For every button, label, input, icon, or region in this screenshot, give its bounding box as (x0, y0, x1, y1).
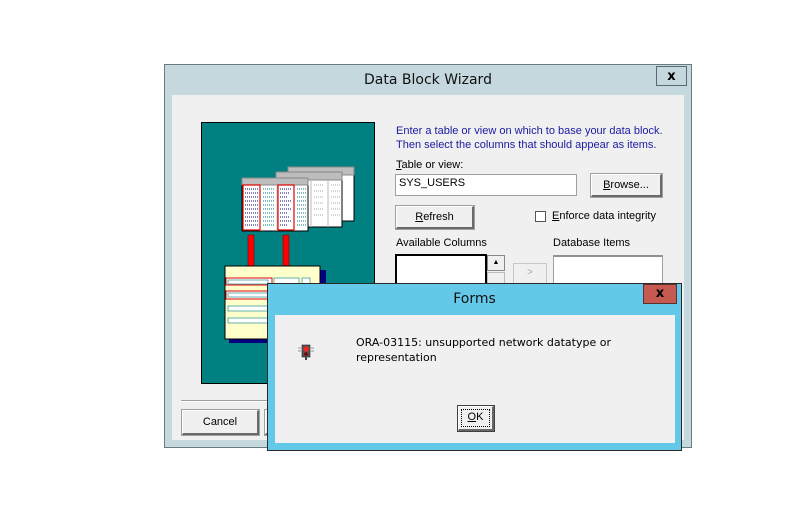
front-table (241, 177, 309, 232)
table-or-view-input[interactable]: SYS_USERS (395, 174, 577, 196)
instructions-line-2: Then select the columns that should appe… (396, 139, 657, 151)
available-columns-label: Available Columns (396, 237, 487, 249)
scroll-up-button[interactable]: ▲ (487, 255, 505, 271)
wizard-instructions: Enter a table or view on which to base y… (396, 124, 686, 152)
error-message: ORA-03115: unsupported network datatype … (356, 336, 611, 364)
focus-rectangle (461, 409, 490, 427)
cancel-button[interactable]: Cancel (181, 409, 260, 436)
browse-button[interactable]: Browse... (590, 173, 663, 198)
button-label: rowse... (610, 179, 649, 191)
button-label: efresh (423, 211, 454, 223)
ok-button[interactable]: OK (457, 405, 495, 432)
refresh-button[interactable]: Refresh (395, 205, 475, 230)
forms-error-dialog: Forms x ORA-03115: unsupported network d… (267, 283, 682, 451)
close-icon: x (655, 286, 665, 301)
enforce-data-integrity-checkbox[interactable] (535, 211, 546, 222)
dialog-close-button[interactable]: x (643, 284, 677, 304)
label-text: able or view: (401, 159, 464, 171)
instructions-line-1: Enter a table or view on which to base y… (396, 125, 663, 137)
dialog-title: Forms (453, 291, 496, 307)
enforce-data-integrity-label[interactable]: Enforce data integrity (552, 210, 656, 222)
scroll-up-icon: ▲ (492, 259, 500, 266)
accel-key: R (415, 211, 424, 223)
wizard-close-button[interactable]: x (656, 66, 687, 86)
wizard-title: Data Block Wizard (364, 72, 492, 88)
table-or-view-label: Table or view: (396, 159, 463, 171)
label-text: nforce data integrity (559, 210, 656, 222)
dialog-client-area: ORA-03115: unsupported network datatype … (275, 315, 675, 443)
traffic-light-stop-icon (298, 344, 314, 360)
database-items-label: Database Items (553, 237, 631, 249)
close-icon: x (667, 69, 676, 84)
